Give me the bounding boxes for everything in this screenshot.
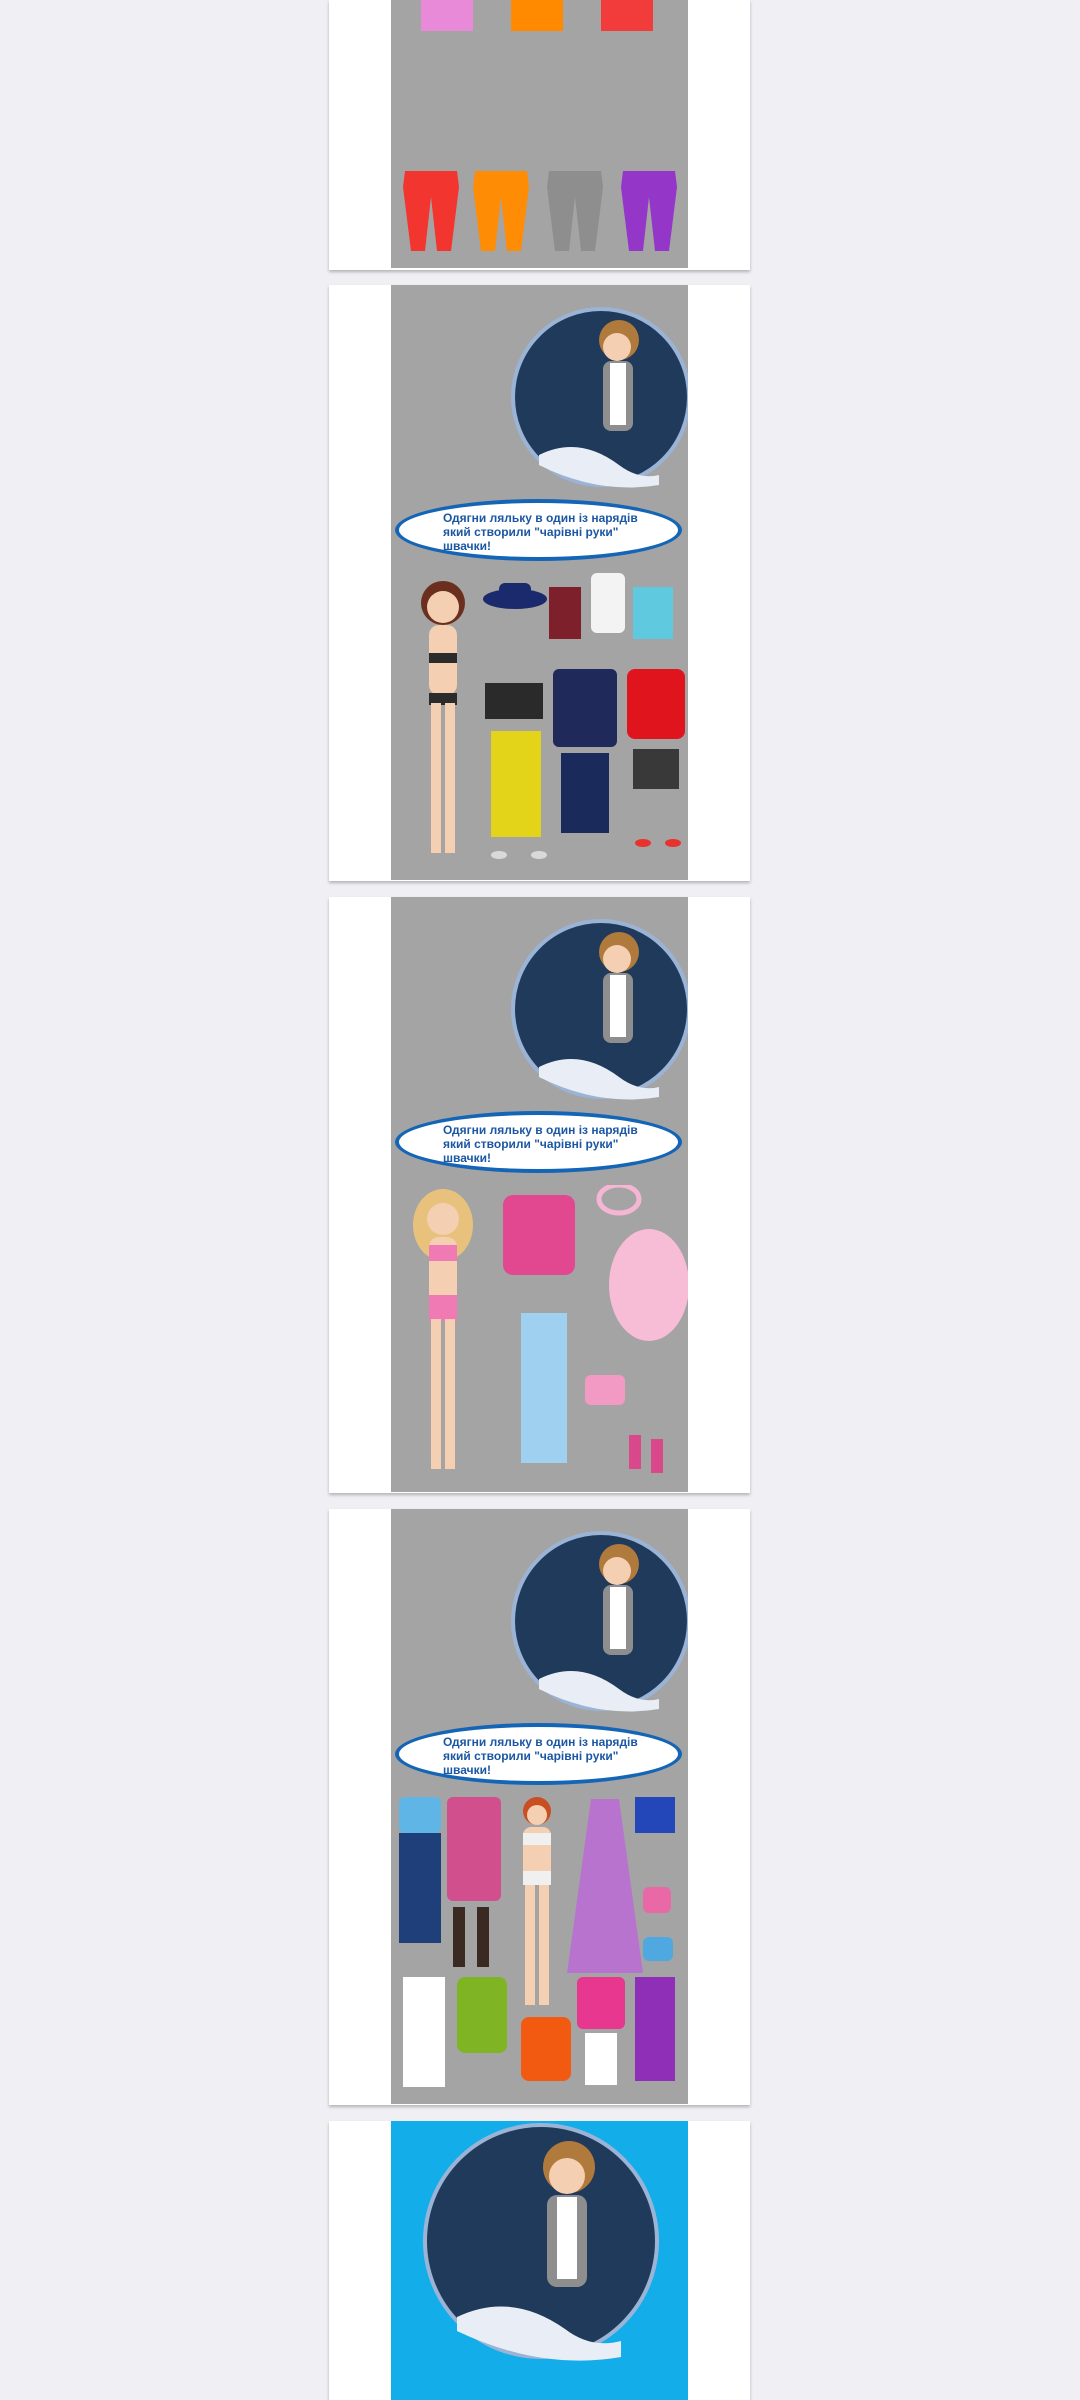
speech-bubble: Одягни ляльку в один із нарядів який ств… bbox=[395, 499, 682, 561]
boots-pink bbox=[629, 1435, 663, 1473]
pants-icon-orange bbox=[473, 171, 529, 251]
speech-bubble: Одягни ляльку в один із нарядів який ств… bbox=[395, 1723, 682, 1785]
speech-bubble-text: Одягни ляльку в один із нарядів який ств… bbox=[443, 1735, 638, 1777]
pants-purple bbox=[635, 1977, 675, 2081]
pants-row bbox=[403, 171, 677, 251]
pants-light-blue bbox=[521, 1313, 567, 1463]
skirt-navy bbox=[561, 753, 609, 833]
hoodie-orange bbox=[521, 2017, 571, 2081]
skirt-blue bbox=[635, 1797, 675, 1833]
skirt-dark bbox=[633, 749, 679, 789]
teacher-illustration bbox=[511, 307, 688, 488]
doll-figure bbox=[413, 1189, 473, 1469]
top-pink bbox=[577, 1977, 625, 2029]
pants-icon-purple bbox=[621, 171, 677, 251]
swatch-pink bbox=[421, 0, 473, 31]
slide-page-2[interactable]: Одягни ляльку в один із нарядів який ств… bbox=[329, 285, 750, 881]
slide-image-title bbox=[391, 2121, 688, 2400]
doll-with-clothes bbox=[413, 1185, 688, 1473]
bag-icon bbox=[585, 1375, 625, 1405]
dress-red bbox=[627, 669, 685, 739]
slide-page-5[interactable] bbox=[329, 2121, 750, 2400]
pants-white bbox=[403, 1977, 445, 2087]
coat-fluffy-pink bbox=[609, 1229, 688, 1341]
shoe-icon-red bbox=[635, 839, 681, 847]
slide-image-outfit-2: Одягни ляльку в один із нарядів який ств… bbox=[391, 897, 688, 1492]
doll-figure bbox=[523, 1797, 551, 2005]
tank-white bbox=[585, 2033, 617, 2085]
doll-with-clothes bbox=[399, 1797, 675, 2087]
skirt-black bbox=[485, 683, 543, 719]
coat-pink bbox=[447, 1797, 501, 1901]
pants-icon-red bbox=[403, 171, 459, 251]
speech-bubble: Одягни ляльку в один із нарядів який ств… bbox=[395, 1111, 682, 1173]
teacher-illustration bbox=[423, 2123, 659, 2361]
top-striped bbox=[549, 587, 581, 639]
speech-bubble-text: Одягни ляльку в один із нарядів який ств… bbox=[443, 1123, 638, 1165]
bag-icon bbox=[643, 1887, 671, 1913]
doll-figure bbox=[421, 581, 465, 853]
slide-page-3[interactable]: Одягни ляльку в один із нарядів який ств… bbox=[329, 897, 750, 1493]
swatch-orange bbox=[511, 0, 563, 31]
top-turquoise bbox=[633, 587, 673, 639]
earmuffs-icon bbox=[596, 1185, 642, 1216]
jacket-green bbox=[457, 1977, 507, 2053]
jacket-navy bbox=[553, 669, 617, 747]
swatch-red bbox=[601, 0, 653, 31]
teacher-illustration bbox=[511, 919, 688, 1100]
slide-image-outfit-3: Одягни ляльку в один із нарядів який ств… bbox=[391, 1509, 688, 2104]
pants-icon-gray bbox=[547, 171, 603, 251]
top-white bbox=[591, 573, 625, 633]
slide-image-colors-pants bbox=[391, 0, 688, 268]
slide-page-1[interactable] bbox=[329, 0, 750, 270]
shoe-icon bbox=[491, 851, 547, 859]
slide-image-outfit-1: Одягни ляльку в один із нарядів який ств… bbox=[391, 285, 688, 880]
bag-blue bbox=[643, 1937, 673, 1961]
teacher-illustration bbox=[511, 1531, 688, 1712]
top-light-blue bbox=[399, 1797, 441, 1833]
slide-page-4[interactable]: Одягни ляльку в один із нарядів який ств… bbox=[329, 1509, 750, 2105]
pants-yellow bbox=[491, 731, 541, 837]
dress-icon bbox=[567, 1799, 643, 1973]
jeans-blue bbox=[399, 1833, 441, 1943]
sweater-pink bbox=[503, 1195, 575, 1275]
speech-bubble-text: Одягни ляльку в один із нарядів який ств… bbox=[443, 511, 638, 553]
doll-with-clothes bbox=[421, 573, 685, 859]
boots-dark bbox=[453, 1907, 489, 1967]
